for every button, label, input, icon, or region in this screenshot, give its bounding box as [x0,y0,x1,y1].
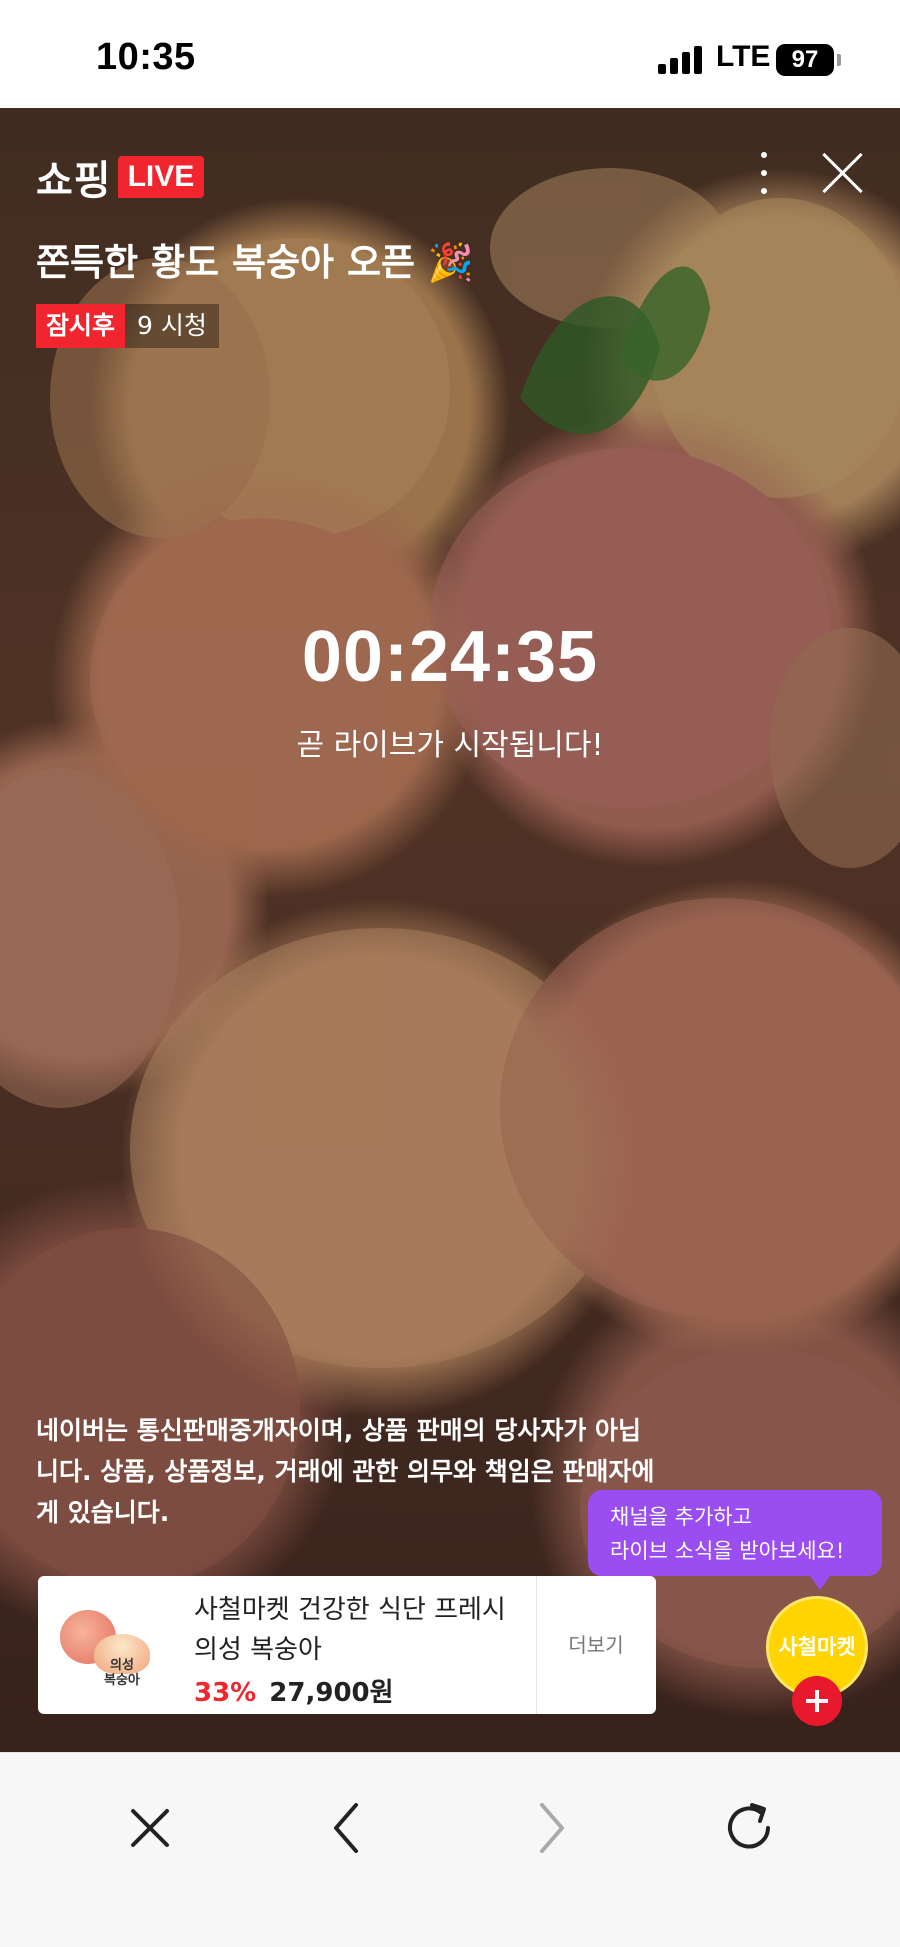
live-overlay: 쇼핑 LIVE 쫀득한 황도 복숭아 오픈 🎉 잠시후 9 시청 00:24:3… [0,108,900,1752]
logo-live-badge: LIVE [117,156,205,198]
thumb-label-line1: 의성 [109,1658,134,1673]
countdown-timer: 00:24:35 [301,617,599,697]
status-badge: 잠시후 [36,304,126,348]
forward-icon[interactable] [516,1793,586,1863]
status-time: 10:35 [96,36,196,78]
status-bar: 10:35 LTE 97 [0,0,900,108]
thumb-label: 의성 복숭아 [104,1658,140,1688]
close-icon[interactable] [115,1793,185,1863]
product-price-row: 33% 27,900원 [194,1672,394,1709]
more-button[interactable]: 더보기 [536,1576,656,1714]
reload-icon[interactable] [714,1793,784,1863]
legal-notice: 네이버는 통신판매중개자이며, 상품 판매의 당사자가 아닙니다. 상품, 상품… [36,1416,655,1527]
tooltip-line2: 라이브 소식을 받아보세요! [610,1539,845,1563]
broadcast-title: 쫀득한 황도 복숭아 오픈 🎉 [36,241,474,284]
discount-rate: 33% [194,1678,257,1708]
more-options-icon[interactable] [752,148,776,198]
battery-icon: 97 [776,44,834,76]
close-icon[interactable] [820,150,866,196]
back-icon[interactable] [312,1793,382,1863]
tooltip-line1: 채널을 추가하고 [610,1505,752,1529]
add-channel-tooltip[interactable]: 채널을 추가하고 라이브 소식을 받아보세요! [588,1490,882,1590]
signal-icon [658,46,702,74]
browser-toolbar [0,1752,900,1947]
product-name: 사철마켓 건강한 식단 프레시 의성 복숭아 [194,1595,506,1665]
logo-text: 쇼핑 [36,158,112,204]
add-channel-plus-icon[interactable] [792,1676,842,1726]
viewer-count: 9 시청 [125,304,219,348]
shopping-live-logo: 쇼핑 LIVE [36,148,205,206]
sale-price: 27,900원 [269,1678,394,1708]
thumb-label-line2: 복숭아 [104,1673,140,1688]
status-row: 잠시후 9 시청 [36,304,219,348]
battery-tip [837,54,841,66]
product-card[interactable]: 의성 복숭아 사철마켓 건강한 식단 프레시 의성 복숭아 33% 27,900… [38,1576,656,1714]
countdown-message: 곧 라이브가 시작됩니다! [296,728,604,763]
network-type: LTE [716,40,771,73]
product-thumbnail: 의성 복숭아 [54,1596,158,1696]
